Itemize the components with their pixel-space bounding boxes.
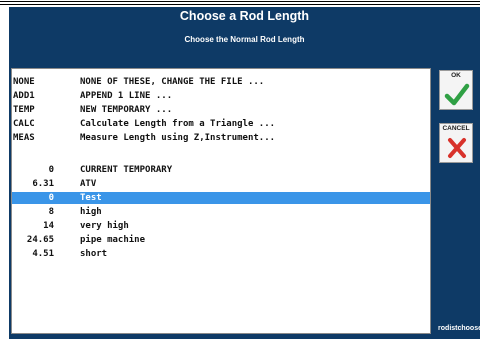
rod-length-list[interactable]: NONE NONE OF THESE, CHANGE THE FILE ... … [11,68,431,334]
list-item-length[interactable]: 14 very high [12,220,430,232]
list-item-length[interactable]: 4.51 short [12,248,430,260]
option-code: ADD1 [13,91,35,101]
cancel-label: CANCEL [442,125,470,132]
length-name: ATV [80,179,97,189]
list-item-none[interactable]: NONE NONE OF THESE, CHANGE THE FILE ... [12,76,430,88]
cancel-button[interactable]: CANCEL [439,123,473,163]
list-item-add1[interactable]: ADD1 APPEND 1 LINE ... [12,90,430,102]
ok-button[interactable]: OK [439,70,473,110]
option-description: Measure Length using Z,Instrument... [80,133,276,143]
top-border-line [0,1,480,2]
checkmark-icon [444,83,470,106]
length-name: short [80,249,108,259]
ok-label: OK [451,72,461,79]
screen-id-label: rodistchoose [438,325,480,332]
option-code: NONE [13,77,35,87]
option-description: NONE OF THESE, CHANGE THE FILE ... [80,77,265,87]
length-name: high [80,207,102,217]
list-item-length-selected[interactable]: 0 Test [12,192,430,204]
length-name: Test [80,193,102,203]
list-item-length[interactable]: 24.65 pipe machine [12,234,430,246]
length-value: 6.31 [32,179,54,189]
length-name: pipe machine [80,235,146,245]
top-border [0,0,480,6]
length-name: very high [80,221,129,231]
length-value: 0 [48,165,54,175]
length-name: CURRENT TEMPORARY [80,165,173,175]
option-code: TEMP [13,105,35,115]
option-code: CALC [13,119,35,129]
rod-length-dialog: Choose a Rod Length Choose the Normal Ro… [9,7,480,339]
list-item-length[interactable]: 8 high [12,206,430,218]
list-item-calc[interactable]: CALC Calculate Length from a Triangle ..… [12,118,430,130]
dialog-subtitle: Choose the Normal Rod Length [184,35,305,44]
option-description: APPEND 1 LINE ... [80,91,173,101]
top-border-line [0,4,480,5]
option-description: NEW TEMPORARY ... [80,105,173,115]
length-value: 8 [48,207,54,217]
close-icon [448,138,466,158]
length-value: 24.65 [26,235,54,245]
length-value: 14 [43,221,54,231]
option-description: Calculate Length from a Triangle ... [80,119,276,129]
length-value: 4.51 [32,249,54,259]
length-value: 0 [48,193,54,203]
list-item-length[interactable]: 6.31 ATV [12,178,430,190]
list-item-temp[interactable]: TEMP NEW TEMPORARY ... [12,104,430,116]
option-code: MEAS [13,133,35,143]
list-item-meas[interactable]: MEAS Measure Length using Z,Instrument..… [12,132,430,144]
dialog-title: Choose a Rod Length [179,9,310,23]
list-item-length[interactable]: 0 CURRENT TEMPORARY [12,164,430,176]
